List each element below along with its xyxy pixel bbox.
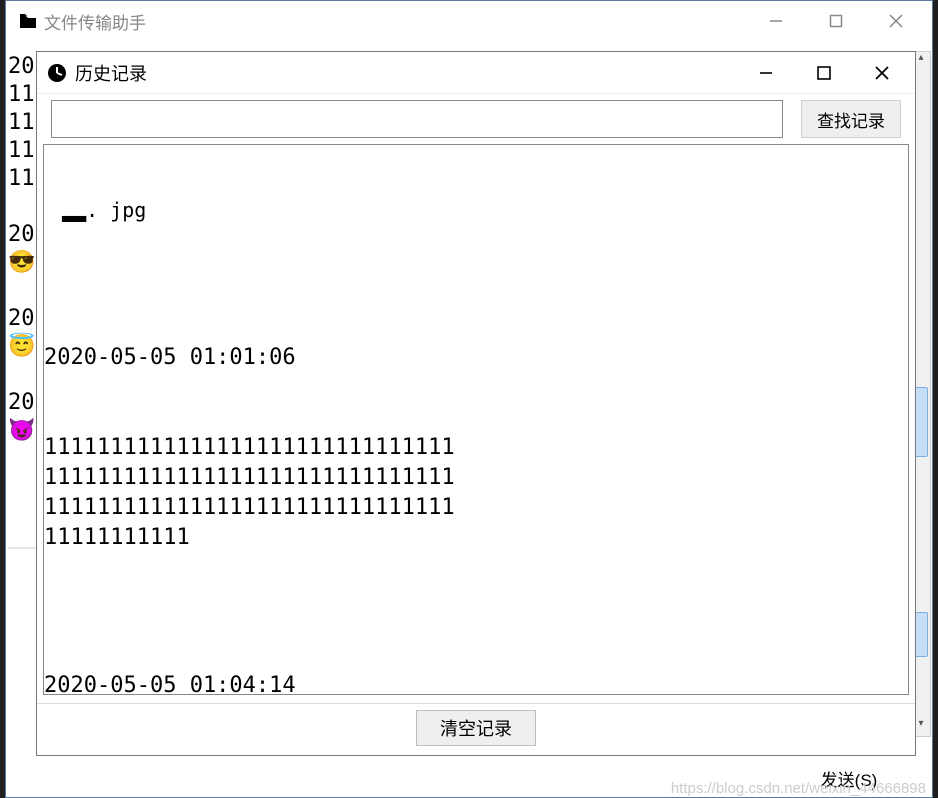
history-search-input[interactable] — [51, 100, 783, 138]
history-entry-body: 1111111111111111111111111111111 11111111… — [44, 433, 908, 553]
main-window: 文件传输助手 20 11 11 11 11 20 😎 20 😇 20 😈 ▴ ▾… — [5, 0, 933, 798]
history-content: ▂▂. jpg 2020-05-05 01:01:06 111111111111… — [43, 144, 909, 695]
history-clear-button[interactable]: 清空记录 — [416, 710, 536, 746]
main-titlebar: 文件传输助手 — [6, 1, 932, 41]
history-window: 历史记录 查找记录 ▂▂. jpg 2020-05-05 01:0 — [36, 51, 916, 756]
minimize-button[interactable] — [746, 1, 806, 41]
close-button[interactable] — [866, 1, 926, 41]
history-close-button[interactable] — [853, 52, 911, 94]
history-entry-timestamp: 2020-05-05 01:04:14 — [44, 671, 908, 695]
main-window-title: 文件传输助手 — [44, 9, 146, 34]
history-entry-timestamp: 2020-05-05 01:01:06 — [44, 343, 908, 373]
history-footer: 清空记录 — [37, 703, 915, 755]
clipped-filename: ▂▂. jpg — [44, 195, 908, 225]
maximize-button[interactable] — [806, 1, 866, 41]
watermark: https://blog.csdn.net/weixin_44666898 — [671, 780, 926, 797]
scroll-thumb[interactable] — [914, 612, 928, 657]
history-maximize-button[interactable] — [795, 52, 853, 94]
history-search-button[interactable]: 查找记录 — [801, 100, 901, 138]
history-search-bar: 查找记录 — [37, 94, 915, 144]
chat-log: 20 11 11 11 11 20 😎 20 😇 20 😈 — [8, 53, 35, 445]
history-window-title: 历史记录 — [75, 60, 147, 86]
clock-icon — [47, 63, 67, 83]
history-minimize-button[interactable] — [737, 52, 795, 94]
scroll-thumb[interactable] — [914, 387, 928, 457]
history-titlebar: 历史记录 — [37, 52, 915, 94]
folder-icon — [20, 14, 36, 28]
